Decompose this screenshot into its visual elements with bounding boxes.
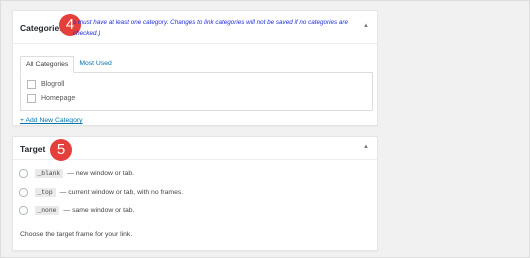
categories-header[interactable]: Categories 4 s must have at least one ca…	[13, 11, 377, 44]
target-option-top[interactable]: _top — current window or tab, with no fr…	[19, 188, 183, 197]
option-code: _top	[34, 188, 56, 197]
categories-title: Categories	[20, 23, 64, 33]
step-5-badge: 5	[50, 139, 72, 161]
radio-button[interactable]	[19, 188, 28, 197]
note-line-2: checked.)	[73, 30, 101, 37]
note-line-1: s must have at least one category. Chang…	[73, 19, 348, 26]
target-title: Target	[20, 144, 46, 154]
category-tabs: All Categories Most Used	[20, 56, 117, 73]
collapse-toggle-icon[interactable]: ▲	[363, 23, 369, 29]
option-code: _none	[34, 206, 60, 215]
radio-button[interactable]	[19, 206, 28, 215]
option-desc: — new window or tab.	[67, 170, 135, 177]
checkbox[interactable]	[27, 80, 36, 89]
option-desc: — same window or tab.	[63, 207, 135, 214]
target-panel: Target 5 ▲ _blank — new window or tab. _…	[12, 136, 378, 251]
category-checklist: Blogroll Homepage	[20, 72, 373, 111]
category-label: Blogroll	[41, 81, 65, 88]
tab-all-categories[interactable]: All Categories	[20, 56, 75, 73]
category-item-blogroll[interactable]: Blogroll	[27, 80, 64, 89]
add-new-category-link[interactable]: + Add New Category	[20, 117, 83, 124]
option-desc: — current window or tab, with no frames.	[59, 189, 184, 196]
target-help-text: Choose the target frame for your link.	[20, 231, 133, 238]
tab-most-used[interactable]: Most Used	[74, 56, 116, 71]
target-option-blank[interactable]: _blank — new window or tab.	[19, 169, 134, 178]
categories-required-note: s must have at least one category. Chang…	[73, 17, 358, 39]
target-option-none[interactable]: _none — same window or tab.	[19, 206, 134, 215]
checkbox[interactable]	[27, 94, 36, 103]
radio-button[interactable]	[19, 169, 28, 178]
collapse-toggle-icon[interactable]: ▲	[363, 144, 369, 150]
option-code: _blank	[34, 169, 64, 178]
target-header[interactable]: Target 5 ▲	[13, 137, 377, 161]
category-label: Homepage	[41, 95, 76, 102]
categories-panel: Categories 4 s must have at least one ca…	[12, 10, 378, 126]
category-item-homepage[interactable]: Homepage	[27, 94, 75, 103]
